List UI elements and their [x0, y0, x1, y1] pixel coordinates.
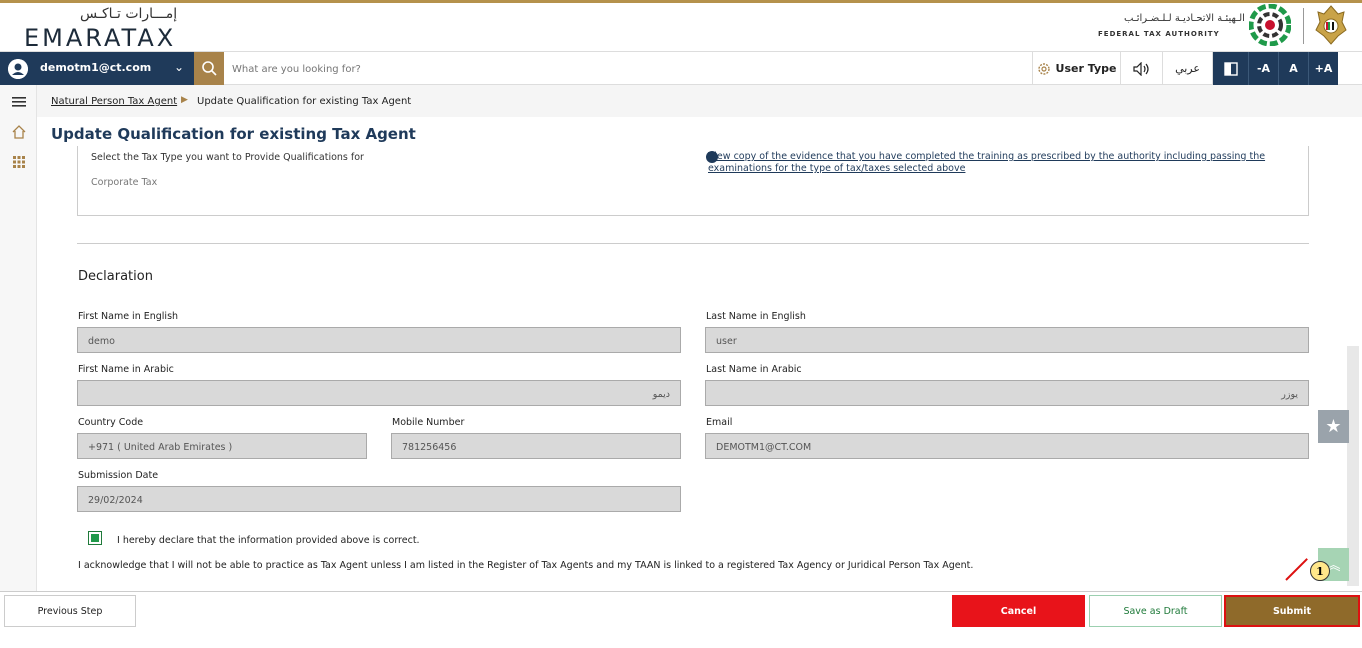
- main-content: Select the Tax Type you want to Provide …: [37, 146, 1347, 589]
- uae-emblem-icon: [1315, 5, 1347, 45]
- brand-english: EMARATAX: [24, 24, 177, 52]
- breadcrumb: Natural Person Tax Agent ▶ Update Qualif…: [37, 85, 1362, 117]
- font-decrease-button[interactable]: -A: [1248, 52, 1278, 85]
- user-avatar-icon: [8, 59, 28, 79]
- emaratax-logo[interactable]: إمـــارات تـاكـس EMARATAX: [24, 6, 184, 52]
- submission-date-field[interactable]: 29/02/2024: [77, 486, 681, 512]
- language-toggle[interactable]: عربي: [1162, 52, 1212, 85]
- last-name-en-label: Last Name in English: [706, 311, 806, 322]
- previous-step-button[interactable]: Previous Step: [4, 595, 136, 627]
- last-name-ar-field[interactable]: يوزر: [705, 380, 1309, 406]
- breadcrumb-parent-link[interactable]: Natural Person Tax Agent: [51, 96, 177, 107]
- email-field[interactable]: DEMOTM1@CT.COM: [705, 433, 1309, 459]
- star-icon: ★: [1325, 416, 1342, 437]
- step-callout-badge: 1: [1310, 561, 1330, 581]
- submit-button[interactable]: Submit: [1224, 595, 1360, 627]
- search-input[interactable]: [232, 59, 932, 79]
- first-name-en-label: First Name in English: [78, 311, 179, 322]
- acknowledgement-text: I acknowledge that I will not be able to…: [78, 560, 974, 571]
- top-navbar: demotm1@ct.com ⌄ User Type عربي: [0, 51, 1362, 85]
- section-divider: [77, 243, 1309, 244]
- hamburger-menu-icon[interactable]: [10, 93, 28, 111]
- declaration-text: I hereby declare that the information pr…: [117, 535, 420, 546]
- checkbox-checked-mark: [91, 534, 99, 542]
- breadcrumb-current: Update Qualification for existing Tax Ag…: [197, 96, 412, 107]
- mobile-number-field[interactable]: 781256456: [391, 433, 681, 459]
- font-increase-button[interactable]: +A: [1308, 52, 1338, 85]
- left-sidebar: [0, 85, 37, 591]
- tax-type-value: Corporate Tax: [91, 177, 158, 188]
- user-type-label: User Type: [1055, 62, 1117, 75]
- chevron-down-icon: ⌄: [174, 60, 185, 74]
- nav-right-tools: User Type عربي -A A +A: [1032, 52, 1338, 85]
- tax-type-card: Select the Tax Type you want to Provide …: [77, 146, 1309, 216]
- page-title: Update Qualification for existing Tax Ag…: [51, 125, 416, 143]
- first-name-ar-label: First Name in Arabic: [78, 364, 174, 375]
- speaker-icon: [1132, 61, 1149, 76]
- cancel-button[interactable]: Cancel: [952, 595, 1085, 627]
- search-icon: [202, 61, 217, 76]
- brand-arabic: إمـــارات تـاكـس: [80, 6, 178, 22]
- country-code-label: Country Code: [78, 417, 144, 428]
- top-accent-line: [0, 0, 1362, 3]
- favorite-star-button[interactable]: ★: [1318, 410, 1349, 443]
- declaration-checkbox[interactable]: [88, 531, 102, 545]
- font-normal-button[interactable]: A: [1278, 52, 1308, 85]
- declaration-title: Declaration: [78, 269, 153, 284]
- header-divider: [1303, 8, 1304, 44]
- email-label: Email: [706, 417, 733, 428]
- first-name-en-field[interactable]: demo: [77, 327, 681, 353]
- breadcrumb-arrow-icon: ▶: [181, 95, 188, 105]
- contrast-icon: [1223, 61, 1238, 76]
- search-button[interactable]: [194, 52, 224, 85]
- last-name-en-field[interactable]: user: [705, 327, 1309, 353]
- user-type-button[interactable]: User Type: [1032, 52, 1120, 85]
- last-name-ar-label: Last Name in Arabic: [706, 364, 802, 375]
- fta-logo-icon: [1249, 4, 1291, 46]
- contrast-button[interactable]: [1212, 52, 1248, 85]
- user-email: demotm1@ct.com: [40, 61, 152, 74]
- fta-arabic: الـهيئـة الاتحـاديـة لـلـضـرائـب: [1124, 13, 1245, 24]
- tax-type-label: Select the Tax Type you want to Provide …: [91, 152, 364, 163]
- gear-icon: [1037, 62, 1050, 75]
- apps-grid-icon[interactable]: [10, 153, 28, 171]
- speaker-button[interactable]: [1120, 52, 1162, 85]
- save-draft-button[interactable]: Save as Draft: [1089, 595, 1222, 627]
- fta-english: FEDERAL TAX AUTHORITY: [1098, 30, 1220, 38]
- mobile-number-label: Mobile Number: [392, 417, 465, 428]
- action-footer: Previous Step Cancel Save as Draft Submi…: [0, 591, 1362, 631]
- country-code-field[interactable]: +971 ( United Arab Emirates ): [77, 433, 367, 459]
- user-menu[interactable]: demotm1@ct.com ⌄: [0, 52, 194, 85]
- evidence-link[interactable]: View copy of the evidence that you have …: [708, 151, 1288, 175]
- first-name-ar-field[interactable]: ديمو: [77, 380, 681, 406]
- submission-date-label: Submission Date: [78, 470, 159, 481]
- home-icon[interactable]: [10, 123, 28, 141]
